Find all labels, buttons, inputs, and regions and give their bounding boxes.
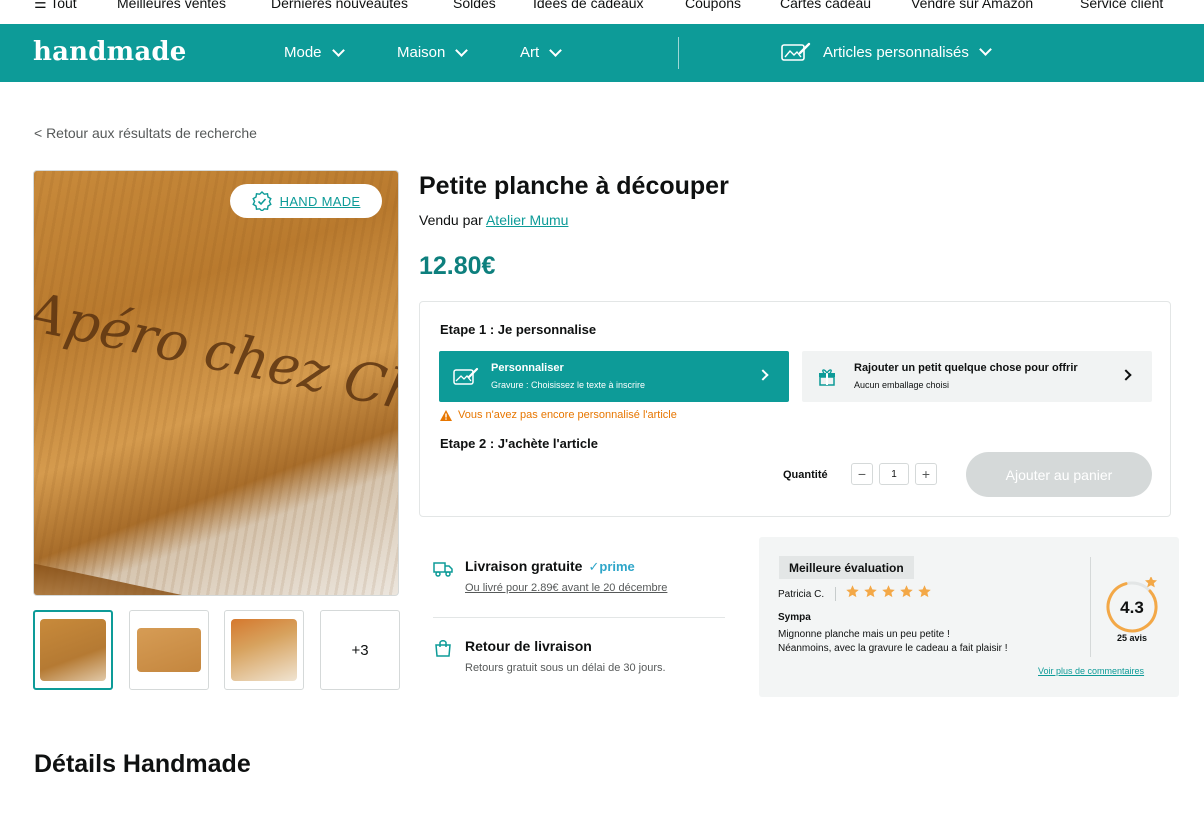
nav-sell[interactable]: Vendre sur Amazon <box>911 0 1033 11</box>
product-main-image[interactable]: Apéro chez Ch HAND MADE <box>33 170 399 596</box>
nav-gift-ideas[interactable]: Idées de cadeaux <box>533 0 644 11</box>
handmade-logo[interactable]: handmade <box>33 37 187 67</box>
quantity-stepper: − 1 + <box>851 463 937 485</box>
top-review-tag: Meilleure évaluation <box>779 556 914 579</box>
review-body-line-2: Néanmoins, avec la gravure le cadeau a f… <box>778 643 1008 654</box>
nav-sales[interactable]: Soldes <box>453 0 496 11</box>
sold-by-label: Vendu par <box>419 212 483 228</box>
handmade-badge-label: HAND MADE <box>279 193 361 209</box>
thumbnail-image <box>137 628 201 672</box>
warning-icon <box>440 409 452 421</box>
thumbnail-more[interactable]: +3 <box>320 610 400 690</box>
star-icon <box>846 585 859 598</box>
review-body-line-1: Mignonne planche mais un peu petite ! <box>778 629 950 640</box>
chevron-right-icon <box>1120 369 1132 381</box>
header-divider <box>678 37 679 69</box>
board-edge-decoration <box>34 557 398 595</box>
return-title: Retour de livraison <box>465 638 592 654</box>
chevron-down-icon <box>979 43 992 56</box>
shopping-bag-icon <box>435 640 451 657</box>
gift-subtitle: Aucun emballage choisi <box>854 380 950 390</box>
free-shipping-title: Livraison gratuite ✓prime <box>465 558 635 575</box>
personalization-warning: Vous n'avez pas encore personnalisé l'ar… <box>440 409 677 421</box>
personalize-icon <box>453 367 479 385</box>
review-count: 25 avis <box>1116 633 1148 643</box>
rating-score: 4.3 <box>1120 598 1144 617</box>
nav-coupons[interactable]: Coupons <box>685 0 741 11</box>
top-review-card: Meilleure évaluation Patricia C. Sympa M… <box>759 537 1179 697</box>
more-reviews-link[interactable]: Voir plus de commentaires <box>1038 666 1144 676</box>
gift-icon <box>819 369 835 386</box>
prime-badge: ✓prime <box>588 559 635 574</box>
step-2-title: Etape 2 : J'achète l'article <box>440 436 598 451</box>
quantity-increase-button[interactable]: + <box>915 463 937 485</box>
review-author: Patricia C. <box>778 589 825 600</box>
nav-new-releases[interactable]: Dernières nouveautés <box>271 0 408 11</box>
chevron-down-icon <box>455 43 469 57</box>
thumbnail-2[interactable] <box>129 610 209 690</box>
thumbnail-3[interactable] <box>224 610 304 690</box>
gift-wrap-button[interactable]: Rajouter un petit quelque chose pour off… <box>802 351 1152 402</box>
thumbnail-image <box>231 619 297 681</box>
more-images-count: +3 <box>351 641 369 659</box>
personalize-button[interactable]: Personnaliser Gravure : Choisissez le te… <box>439 351 789 402</box>
chevron-down-icon <box>331 43 345 57</box>
truck-icon <box>433 562 453 577</box>
personalize-title: Personnaliser <box>491 362 564 374</box>
quantity-label: Quantité <box>783 469 828 481</box>
top-navigation: ☰ Tout Meilleures ventes Dernières nouve… <box>0 0 1204 24</box>
review-body: Mignonne planche mais un peu petite ! Né… <box>778 628 1008 656</box>
chevron-down-icon <box>549 43 563 57</box>
star-icon <box>900 585 913 598</box>
nav-art[interactable]: Art <box>520 43 563 61</box>
seller-line: Vendu par Atelier Mumu <box>419 212 568 228</box>
verified-badge-icon <box>251 191 272 211</box>
chevron-right-icon <box>757 369 769 381</box>
nav-all[interactable]: ☰ Tout <box>34 0 77 12</box>
thumbnail-image <box>40 619 106 681</box>
review-separator <box>835 587 836 601</box>
star-icon <box>864 585 877 598</box>
nav-personalized-label: Articles personnalisés <box>823 43 969 61</box>
personalize-icon <box>781 42 811 61</box>
review-headline: Sympa <box>778 612 811 623</box>
free-shipping-label: Livraison gratuite <box>465 558 583 574</box>
personalize-subtitle: Gravure : Choisissez le texte à inscrire <box>491 380 646 390</box>
review-stars <box>845 584 932 599</box>
thumbnail-1[interactable] <box>33 610 113 690</box>
section-title: Détails Handmade <box>34 750 251 778</box>
quantity-decrease-button[interactable]: − <box>851 463 873 485</box>
nav-gift-cards[interactable]: Cartes cadeau <box>780 0 871 11</box>
product-title: Petite planche à découper <box>419 172 729 200</box>
review-vertical-divider <box>1090 557 1091 657</box>
warning-text: Vous n'avez pas encore personnalisé l'ar… <box>458 409 677 421</box>
star-icon <box>882 585 895 598</box>
step-1-title: Etape 1 : Je personnalise <box>440 322 597 337</box>
nav-mode-label: Mode <box>284 44 322 61</box>
nav-customer-service[interactable]: Service client <box>1080 0 1163 11</box>
star-icon <box>918 585 931 598</box>
rating-circle: 4.3 <box>1106 577 1158 633</box>
nav-art-label: Art <box>520 44 540 61</box>
engraving-text: Apéro chez Ch <box>33 280 399 425</box>
return-subtitle: Retours gratuit sous un délai de 30 jour… <box>465 662 666 674</box>
nav-mode[interactable]: Mode <box>284 43 345 61</box>
shipping-divider <box>433 617 725 618</box>
nav-maison-label: Maison <box>397 44 446 61</box>
personalization-box: Etape 1 : Je personnalise Personnaliser … <box>419 301 1171 517</box>
nav-best-sellers[interactable]: Meilleures ventes <box>117 0 226 11</box>
add-to-cart-button[interactable]: Ajouter au panier <box>966 452 1152 497</box>
nav-personalized[interactable]: Articles personnalisés <box>781 42 992 62</box>
shipping-alternative-link[interactable]: Ou livré pour 2.89€ avant le 20 décembre <box>465 582 667 594</box>
prime-label: prime <box>599 559 635 574</box>
seller-link[interactable]: Atelier Mumu <box>486 212 568 228</box>
gift-title: Rajouter un petit quelque chose pour off… <box>854 362 1078 374</box>
back-to-results-link[interactable]: < Retour aux résultats de recherche <box>34 125 257 141</box>
product-price: 12.80€ <box>419 252 496 280</box>
star-icon <box>1145 577 1157 588</box>
handmade-header: handmade Mode Maison Art Articles person… <box>0 24 1204 82</box>
nav-maison[interactable]: Maison <box>397 43 469 61</box>
handmade-badge: HAND MADE <box>230 184 382 218</box>
quantity-input[interactable]: 1 <box>879 463 909 485</box>
